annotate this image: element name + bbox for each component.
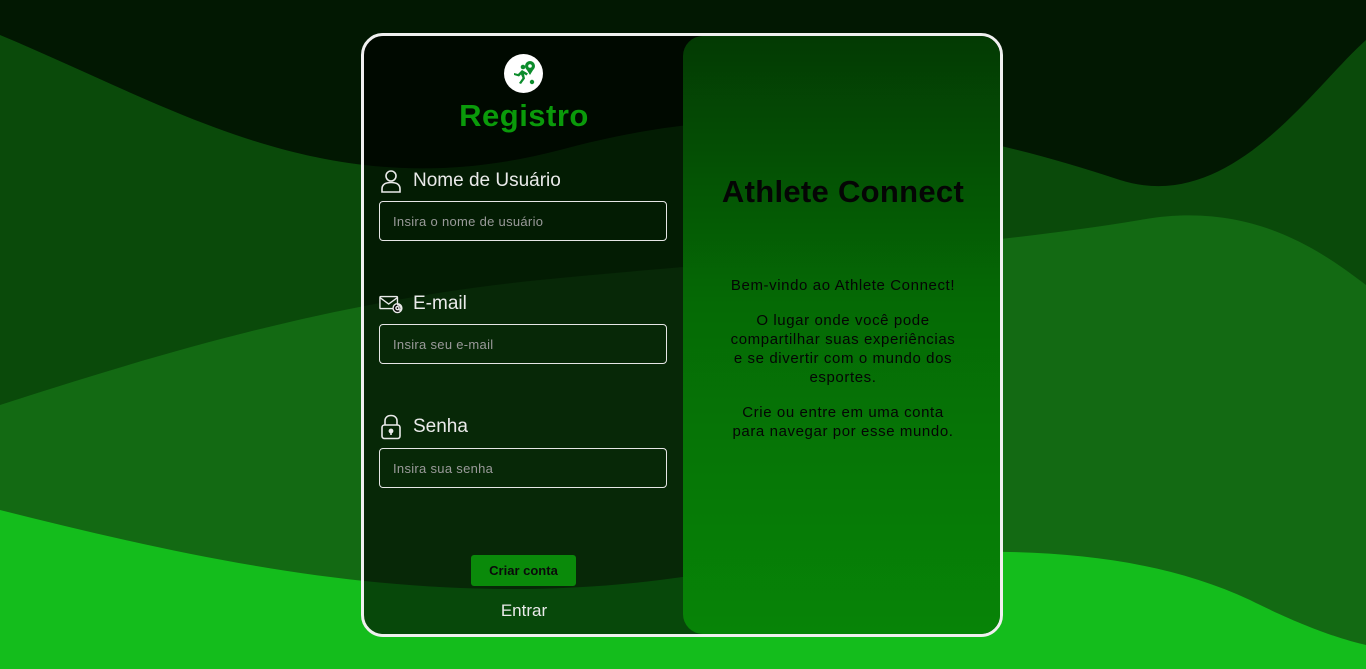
password-input[interactable] — [379, 448, 667, 488]
brand-title: Athlete Connect — [721, 174, 965, 209]
email-label-text: E-mail — [413, 293, 467, 314]
user-icon — [379, 169, 403, 193]
register-panel: Registro Nome de Usuário Insira o nome d… — [364, 36, 684, 634]
info-panel: Athlete Connect Bem-vindo ao Athlete Con… — [683, 36, 1000, 634]
login-link[interactable]: Entrar — [364, 601, 684, 621]
username-label-text: Nome de Usuário — [413, 170, 561, 191]
password-label-text: Senha — [413, 416, 468, 437]
call-to-action-paragraph: Crie ou entre em uma conta para navegar … — [732, 404, 954, 440]
username-label: Nome de Usuário — [379, 169, 561, 193]
welcome-paragraph: Bem-vindo ao Athlete Connect! — [730, 277, 956, 294]
description-paragraph: O lugar onde você pode compartilhar suas… — [730, 312, 956, 386]
lock-icon — [379, 414, 403, 440]
email-label: E-mail — [379, 292, 467, 316]
password-label: Senha — [379, 414, 468, 440]
create-account-button[interactable]: Criar conta — [471, 555, 576, 586]
page-title: Registro — [459, 98, 589, 133]
welcome-text: Bem-vindo ao Athlete Connect! O lugar on… — [728, 276, 958, 457]
email-input[interactable] — [379, 324, 667, 364]
username-input[interactable] — [379, 201, 667, 241]
runner-location-icon — [504, 54, 543, 93]
register-card: Registro Nome de Usuário Insira o nome d… — [361, 33, 1003, 637]
mail-at-icon — [379, 292, 403, 316]
